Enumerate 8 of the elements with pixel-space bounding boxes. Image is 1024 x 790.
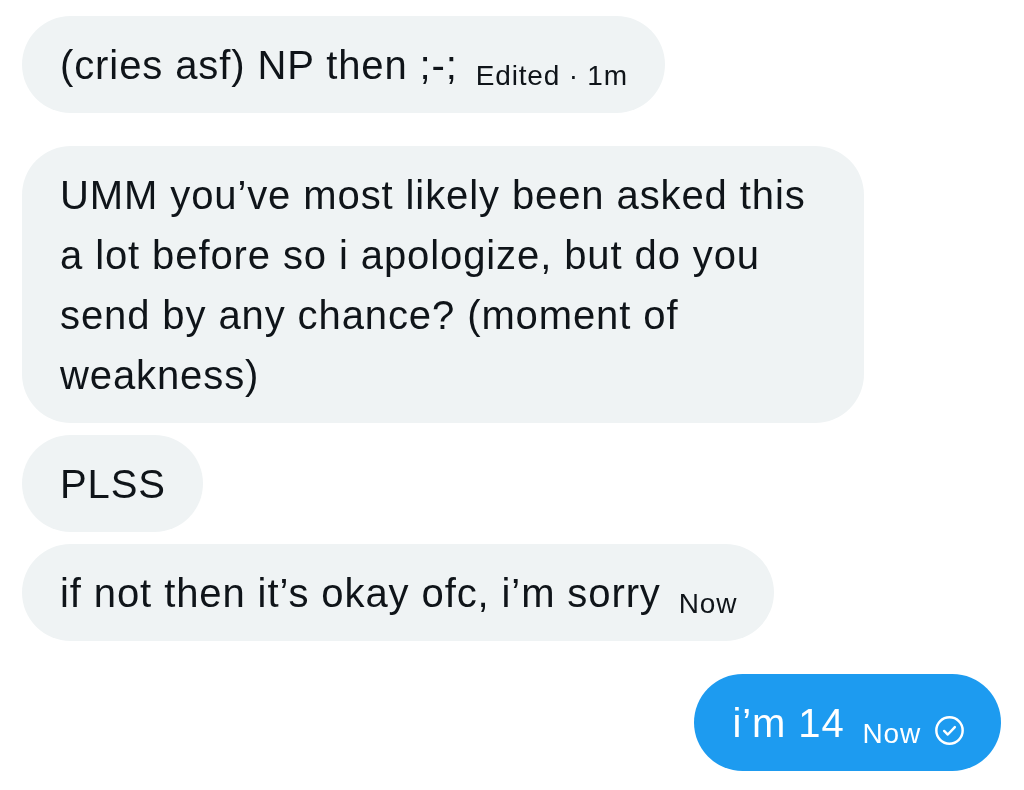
timestamp: Now [862, 717, 921, 749]
message-text: UMM you’ve most likely been asked this a lot before so i apologize, but do you send by any chance? (moment of weakness) [60, 172, 806, 397]
message-text: if not then it’s okay ofc, i’m sorry [60, 570, 661, 615]
timestamp: Edited · 1m [475, 59, 628, 91]
message-text: i’m 14 [732, 700, 845, 745]
message-text: PLSS [60, 461, 166, 506]
message-text: (cries asf) NP then ;-; [60, 42, 458, 87]
timestamp: Now [678, 587, 738, 619]
